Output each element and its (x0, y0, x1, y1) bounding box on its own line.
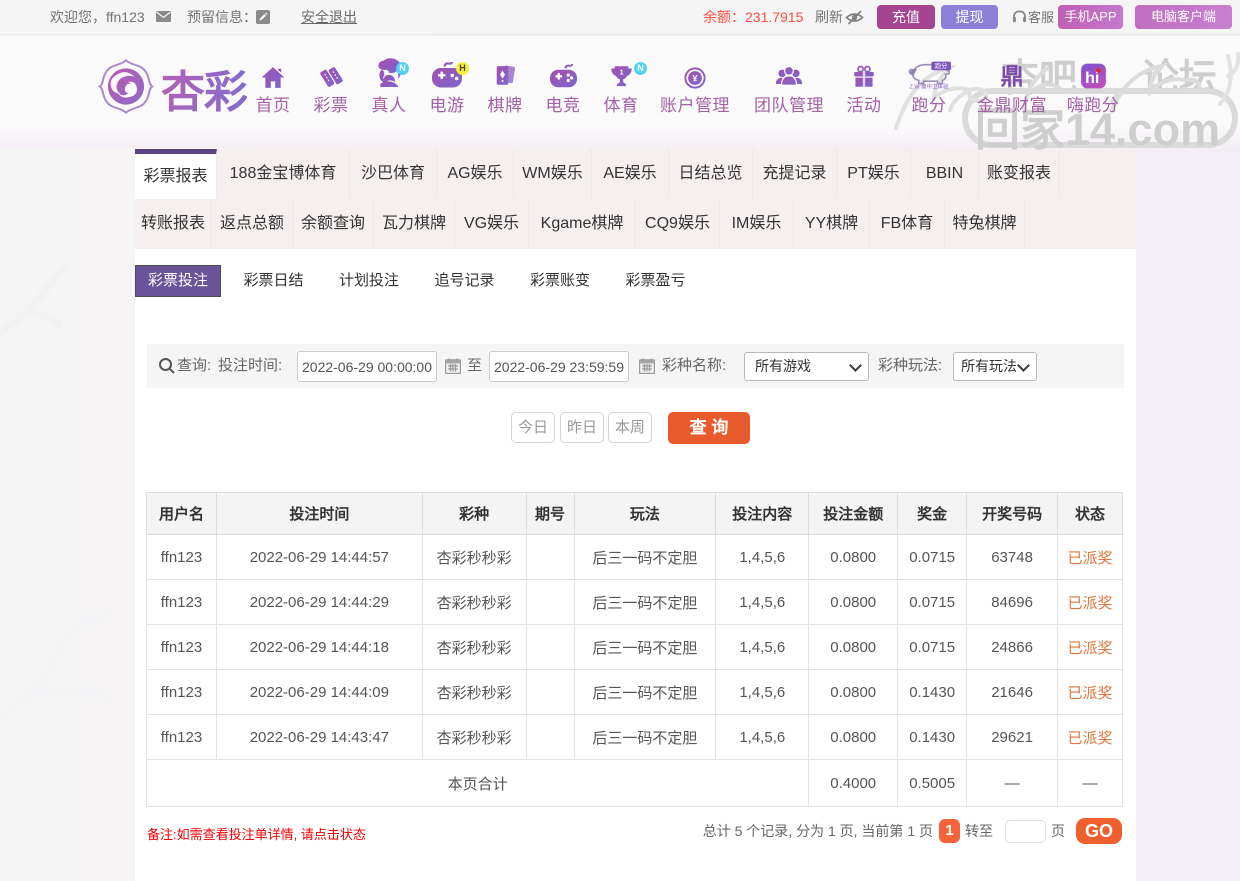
svg-text:跑分: 跑分 (935, 61, 948, 70)
svg-text:鼎: 鼎 (1001, 64, 1024, 89)
svg-text:¥: ¥ (693, 73, 698, 83)
svg-text:1: 1 (619, 68, 623, 77)
